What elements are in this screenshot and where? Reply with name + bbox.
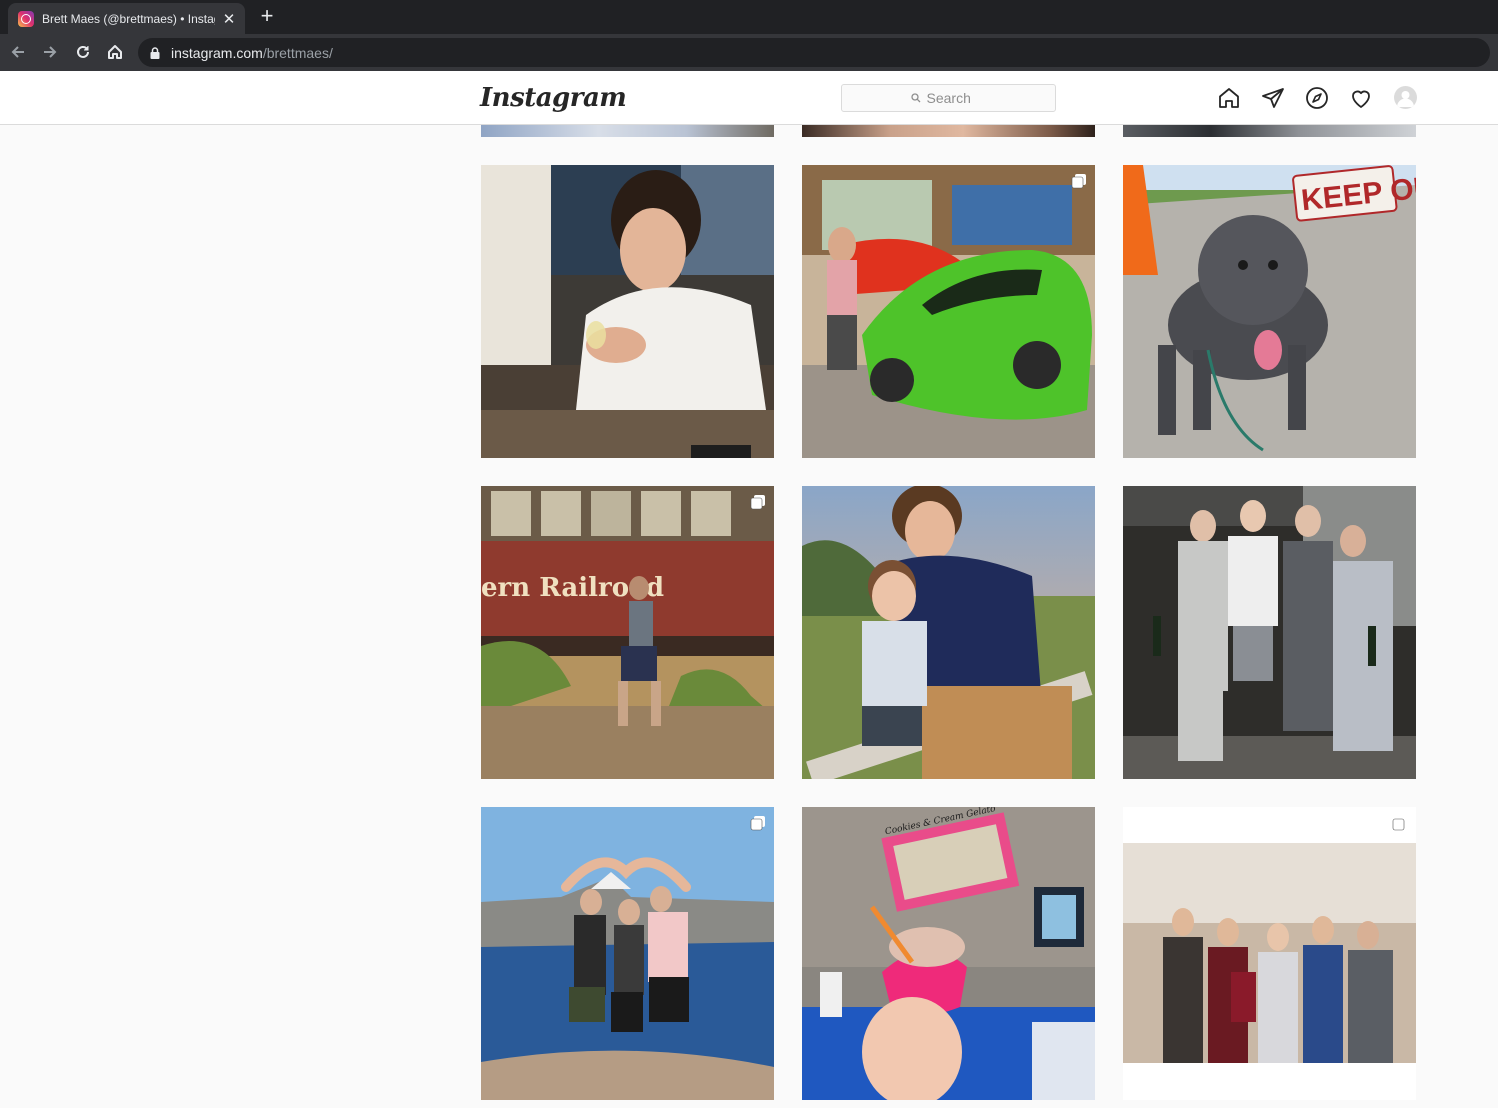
url-host: instagram.com	[171, 44, 263, 61]
search-input[interactable]	[926, 90, 987, 106]
direct-icon[interactable]	[1261, 86, 1285, 110]
tab-title: Brett Maes (@brettmaes) • Instagram phot…	[42, 11, 215, 26]
railroad-photo: ern Railroad	[481, 486, 774, 779]
instagram-favicon-icon	[18, 10, 34, 27]
post-crater-lake[interactable]	[481, 807, 774, 1100]
multiple-photos-icon	[1071, 174, 1086, 189]
lock-icon	[150, 46, 160, 59]
tab-close-icon[interactable]: ✕	[221, 10, 237, 28]
post-partial-3[interactable]	[1123, 125, 1416, 137]
instagram-logo[interactable]: Instagram	[480, 83, 627, 113]
browser-home-icon	[108, 45, 122, 59]
dog-photo: KEEP OUT	[1123, 165, 1416, 458]
post-railroad[interactable]: ern Railroad	[481, 486, 774, 779]
post-suits-group[interactable]	[1123, 486, 1416, 779]
restaurant-photo	[481, 165, 774, 458]
crater-lake-photo	[481, 807, 774, 1100]
post-green-car[interactable]	[802, 165, 1095, 458]
suits-group-photo	[1123, 486, 1416, 779]
multiple-photos-icon	[1392, 816, 1407, 831]
browser-tab[interactable]: Brett Maes (@brettmaes) • Instagram phot…	[8, 3, 245, 34]
sunset-photo	[802, 486, 1095, 779]
forward-arrow-icon	[44, 46, 57, 58]
new-tab-button[interactable]: +	[257, 5, 277, 27]
green-car-photo	[802, 165, 1095, 458]
browser-toolbar: instagram.com/brettmaes/	[0, 34, 1498, 71]
post-partial-1[interactable]	[481, 125, 774, 137]
reload-button[interactable]	[71, 40, 95, 64]
home-button[interactable]	[103, 40, 127, 64]
post-restaurant-drink[interactable]	[481, 165, 774, 458]
reload-icon	[77, 45, 89, 58]
avatar-placeholder-icon	[1397, 91, 1414, 107]
browser-tab-bar: Brett Maes (@brettmaes) • Instagram phot…	[0, 0, 1498, 34]
profile-avatar[interactable]	[1394, 86, 1417, 109]
family-group-photo	[1123, 807, 1416, 1100]
back-arrow-icon	[11, 46, 24, 58]
ice-cream-photo: Cookies & Cream Gelato	[802, 807, 1095, 1100]
url-path: /brettmaes/	[262, 44, 333, 61]
post-ice-cream[interactable]: Cookies & Cream Gelato	[802, 807, 1095, 1100]
search-box[interactable]	[841, 84, 1056, 112]
post-sunset-kid[interactable]	[802, 486, 1095, 779]
multiple-photos-icon	[750, 816, 765, 831]
forward-button[interactable]	[38, 40, 62, 64]
explore-icon[interactable]	[1305, 86, 1329, 110]
post-family-group[interactable]	[1123, 807, 1416, 1100]
address-bar[interactable]: instagram.com/brettmaes/	[138, 38, 1490, 67]
back-button[interactable]	[6, 40, 30, 64]
instagram-header: Instagram	[0, 71, 1498, 125]
post-dog-keep-out[interactable]: KEEP OUT	[1123, 165, 1416, 458]
activity-heart-icon[interactable]	[1349, 86, 1373, 110]
home-icon[interactable]	[1217, 86, 1241, 110]
post-partial-2[interactable]	[802, 125, 1095, 137]
multiple-photos-icon	[750, 495, 765, 510]
search-icon	[910, 93, 920, 103]
